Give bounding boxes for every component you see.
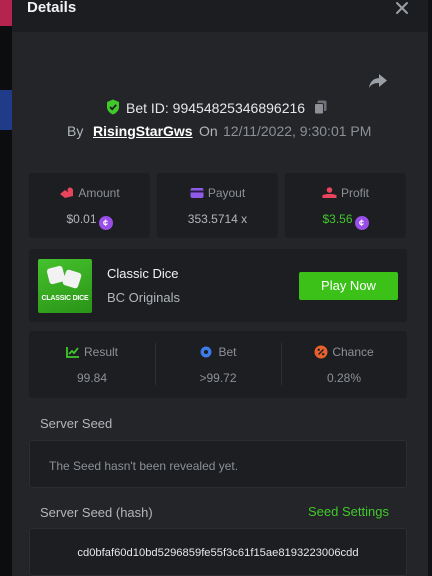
background-accent <box>0 0 12 26</box>
shield-check-icon <box>106 99 120 118</box>
share-icon[interactable] <box>368 72 388 90</box>
server-seed-label: Server Seed <box>40 416 113 431</box>
profit-value-row: $3.56 ¢ <box>285 212 406 230</box>
bet-label: Bet <box>218 345 237 359</box>
bet-column: Bet >99.72 <box>155 331 281 398</box>
play-now-button[interactable]: Play Now <box>299 272 398 300</box>
payout-icon <box>190 188 204 198</box>
bet-value: >99.72 <box>199 371 237 385</box>
bet-details-modal: Details Bet ID: 99454825346896216 By Ris… <box>12 0 428 576</box>
amount-value-row: $0.01 ¢ <box>29 212 150 230</box>
amount-icon <box>60 187 74 198</box>
seed-settings-link[interactable]: Seed Settings <box>308 504 389 519</box>
result-label: Result <box>83 345 118 359</box>
game-thumbnail[interactable]: CLASSIC DICE <box>38 259 92 313</box>
bet-icon <box>200 346 212 358</box>
payout-card: Payout 353.5714 x <box>157 173 278 238</box>
server-seed-value: The Seed hasn't been revealed yet. <box>49 459 239 473</box>
server-seed-box: The Seed hasn't been revealed yet. <box>29 440 407 488</box>
result-value: 99.84 <box>76 371 108 385</box>
close-icon[interactable] <box>392 0 412 16</box>
amount-card: Amount $0.01 ¢ <box>29 173 150 238</box>
game-name: Classic Dice <box>107 266 179 281</box>
on-label: On <box>199 123 218 139</box>
game-provider: BC Originals <box>107 290 180 305</box>
result-icon <box>66 347 79 358</box>
result-column: Result 99.84 <box>29 331 155 398</box>
bet-meta-row: By RisingStarGws On 12/11/2022, 9:30:01 … <box>12 122 428 142</box>
chance-icon <box>314 345 328 359</box>
coin-icon: ¢ <box>354 216 369 230</box>
game-card: CLASSIC DICE Classic Dice BC Originals P… <box>29 249 407 322</box>
result-card: Result 99.84 Bet >99.72 Chance 0.28% <box>29 331 407 398</box>
game-thumbnail-caption: CLASSIC DICE <box>41 295 89 302</box>
payout-header: Payout <box>157 186 278 200</box>
chance-value: 0.28% <box>326 371 362 385</box>
copy-icon[interactable] <box>314 100 327 118</box>
server-seed-hash-value[interactable]: cd0bfaf60d10bd5296859fe55f3c61f15ae81932… <box>30 547 406 559</box>
payout-label: Payout <box>207 186 246 200</box>
amount-header: Amount <box>29 186 150 200</box>
bet-id: Bet ID: 99454825346896216 <box>126 100 306 116</box>
coin-icon: ¢ <box>98 216 113 230</box>
background-strip <box>0 0 12 576</box>
bet-header: Bet <box>155 345 281 359</box>
dice-icon <box>61 268 83 290</box>
chance-label: Chance <box>332 345 374 359</box>
modal-header: Details <box>12 0 428 32</box>
chance-header: Chance <box>281 345 407 359</box>
payout-value: 353.5714 x <box>187 212 248 226</box>
server-seed-hash-label: Server Seed (hash) <box>40 505 153 520</box>
profit-card: Profit $3.56 ¢ <box>285 173 406 238</box>
amount-label: Amount <box>78 186 120 200</box>
server-seed-hash-box: cd0bfaf60d10bd5296859fe55f3c61f15ae81932… <box>29 528 407 576</box>
background-accent <box>0 90 12 130</box>
modal-title: Details <box>27 0 77 16</box>
bet-datetime: 12/11/2022, 9:30:01 PM <box>223 123 372 139</box>
profit-value: $3.56 <box>322 212 353 226</box>
user-link[interactable]: RisingStarGws <box>93 123 193 139</box>
amount-value: $0.01 <box>66 212 97 226</box>
result-header: Result <box>29 345 155 359</box>
profit-header: Profit <box>285 186 406 200</box>
profit-icon <box>322 187 337 198</box>
by-label: By <box>67 123 84 139</box>
chance-column: Chance 0.28% <box>281 331 407 398</box>
profit-label: Profit <box>340 186 369 200</box>
